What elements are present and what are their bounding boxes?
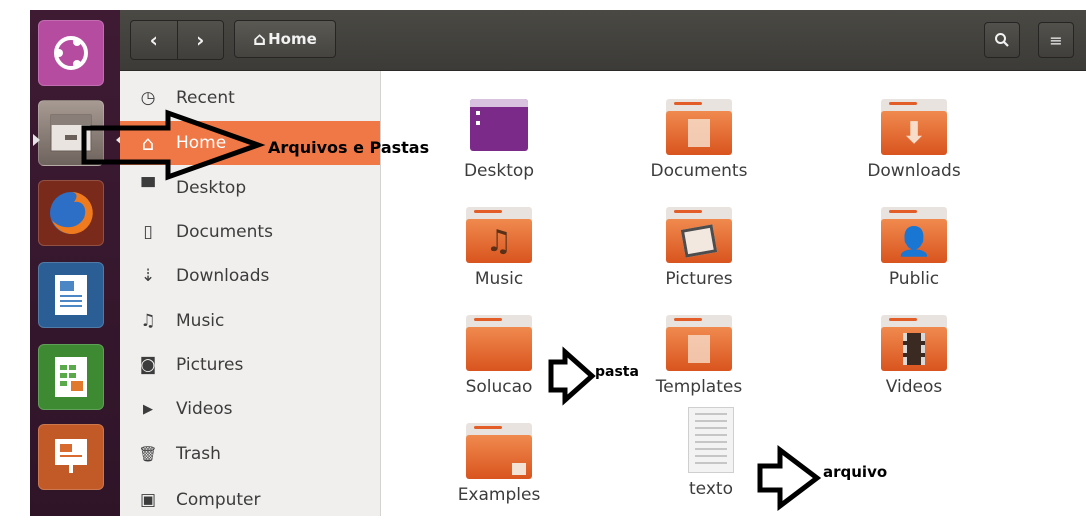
desktop-icon bbox=[466, 95, 532, 155]
sidebar-item-label: Recent bbox=[176, 88, 235, 108]
computer-icon: ▣ bbox=[139, 490, 157, 510]
camera-icon: ◙ bbox=[139, 355, 157, 375]
file-annotation-label: arquivo bbox=[823, 463, 888, 481]
sidebar-item-label: Downloads bbox=[176, 266, 270, 286]
file-item-templates[interactable]: Templates bbox=[619, 311, 779, 397]
videos-folder-icon bbox=[881, 311, 947, 371]
unity-launcher bbox=[30, 10, 120, 516]
home-icon: ⌂ bbox=[253, 28, 267, 50]
folder-annotation-label: pasta bbox=[595, 364, 639, 380]
download-icon: ⇣ bbox=[140, 266, 156, 286]
file-label: texto bbox=[689, 479, 733, 499]
sidebar-item-videos[interactable]: ▶ Videos bbox=[120, 387, 380, 431]
libreoffice-writer-icon[interactable] bbox=[38, 262, 104, 328]
search-button[interactable] bbox=[984, 22, 1020, 58]
file-item-texto[interactable]: texto bbox=[631, 407, 791, 499]
forward-button[interactable]: › bbox=[176, 21, 224, 59]
sidebar-item-label: Pictures bbox=[176, 355, 244, 375]
file-label: Solucao bbox=[465, 377, 533, 397]
trash-icon: 🗑 bbox=[138, 445, 158, 463]
file-item-music[interactable]: ♫ Music bbox=[419, 203, 579, 289]
sidebar-item-computer[interactable]: ▣ Computer bbox=[120, 478, 380, 522]
file-item-desktop[interactable]: Desktop bbox=[419, 95, 579, 181]
file-label: Music bbox=[474, 269, 524, 289]
documents-folder-icon bbox=[666, 95, 732, 155]
file-item-documents[interactable]: Documents bbox=[619, 95, 779, 181]
file-label: Downloads bbox=[867, 161, 961, 181]
running-indicator bbox=[33, 134, 40, 146]
file-item-videos[interactable]: Videos bbox=[834, 311, 994, 397]
file-view: Desktop Documents ⬇ Downloads ♫ Music Pi… bbox=[381, 71, 1086, 516]
sidebar-item-recent[interactable]: ◷ Recent bbox=[120, 76, 380, 120]
file-label: Templates bbox=[655, 377, 743, 397]
path-bar-home-button[interactable]: ⌂ Home bbox=[234, 20, 336, 58]
sidebar-item-documents[interactable]: ▯ Documents bbox=[120, 210, 380, 254]
pictures-folder-icon bbox=[666, 203, 732, 263]
history-nav: ‹ › bbox=[130, 20, 224, 60]
sidebar-item-trash[interactable]: 🗑 Trash bbox=[120, 432, 380, 476]
libreoffice-calc-icon[interactable] bbox=[38, 344, 104, 410]
sidebar-item-label: Home bbox=[176, 133, 227, 153]
search-icon bbox=[995, 33, 1009, 47]
ubuntu-dash-icon[interactable] bbox=[38, 20, 104, 86]
video-icon: ▶ bbox=[143, 401, 153, 417]
public-folder-icon: 👤 bbox=[881, 203, 947, 263]
sidebar-item-music[interactable]: ♫ Music bbox=[120, 299, 380, 343]
sidebar-item-pictures[interactable]: ◙ Pictures bbox=[120, 343, 380, 387]
libreoffice-impress-icon[interactable] bbox=[38, 424, 104, 490]
sidebar-item-label: Desktop bbox=[176, 178, 247, 198]
sidebar-item-label: Trash bbox=[176, 444, 221, 464]
list-view-icon: ≡ bbox=[1049, 30, 1063, 50]
view-list-button[interactable]: ≡ bbox=[1038, 22, 1074, 58]
file-item-solucao[interactable]: Solucao bbox=[419, 311, 579, 397]
music-icon: ♫ bbox=[140, 311, 156, 331]
back-button[interactable]: ‹ bbox=[131, 21, 177, 59]
file-item-public[interactable]: 👤 Public bbox=[834, 203, 994, 289]
file-item-pictures[interactable]: Pictures bbox=[619, 203, 779, 289]
downloads-folder-icon: ⬇ bbox=[881, 95, 947, 155]
header-bar: ‹ › ⌂ Home ≡ bbox=[120, 10, 1086, 71]
sidebar-item-label: Computer bbox=[176, 490, 261, 510]
templates-folder-icon bbox=[666, 311, 732, 371]
desktop-folder-icon: ▀ bbox=[141, 178, 155, 198]
examples-folder-icon bbox=[466, 419, 532, 479]
file-label: Pictures bbox=[665, 269, 733, 289]
sidebar-item-downloads[interactable]: ⇣ Downloads bbox=[120, 254, 380, 298]
path-label: Home bbox=[268, 30, 317, 48]
music-folder-icon: ♫ bbox=[466, 203, 532, 263]
clock-icon: ◷ bbox=[140, 88, 156, 108]
home-annotation-label: Arquivos e Pastas bbox=[268, 138, 430, 157]
document-icon: ▯ bbox=[143, 222, 153, 242]
file-label: Examples bbox=[457, 485, 541, 505]
sidebar-item-label: Documents bbox=[176, 222, 273, 242]
sidebar-item-label: Videos bbox=[176, 399, 233, 419]
sidebar-item-desktop[interactable]: ▀ Desktop bbox=[120, 166, 380, 210]
firefox-icon[interactable] bbox=[38, 180, 104, 246]
file-item-downloads[interactable]: ⬇ Downloads bbox=[834, 95, 994, 181]
file-item-examples[interactable]: Examples bbox=[419, 419, 579, 505]
home-icon: ⌂ bbox=[141, 131, 155, 155]
files-icon[interactable] bbox=[38, 100, 104, 166]
file-label: Videos bbox=[885, 377, 943, 397]
text-file-icon bbox=[678, 407, 744, 473]
file-label: Documents bbox=[650, 161, 748, 181]
file-label: Public bbox=[888, 269, 940, 289]
file-label: Desktop bbox=[463, 161, 535, 181]
sidebar-item-label: Music bbox=[176, 311, 225, 331]
folder-icon bbox=[466, 311, 532, 371]
